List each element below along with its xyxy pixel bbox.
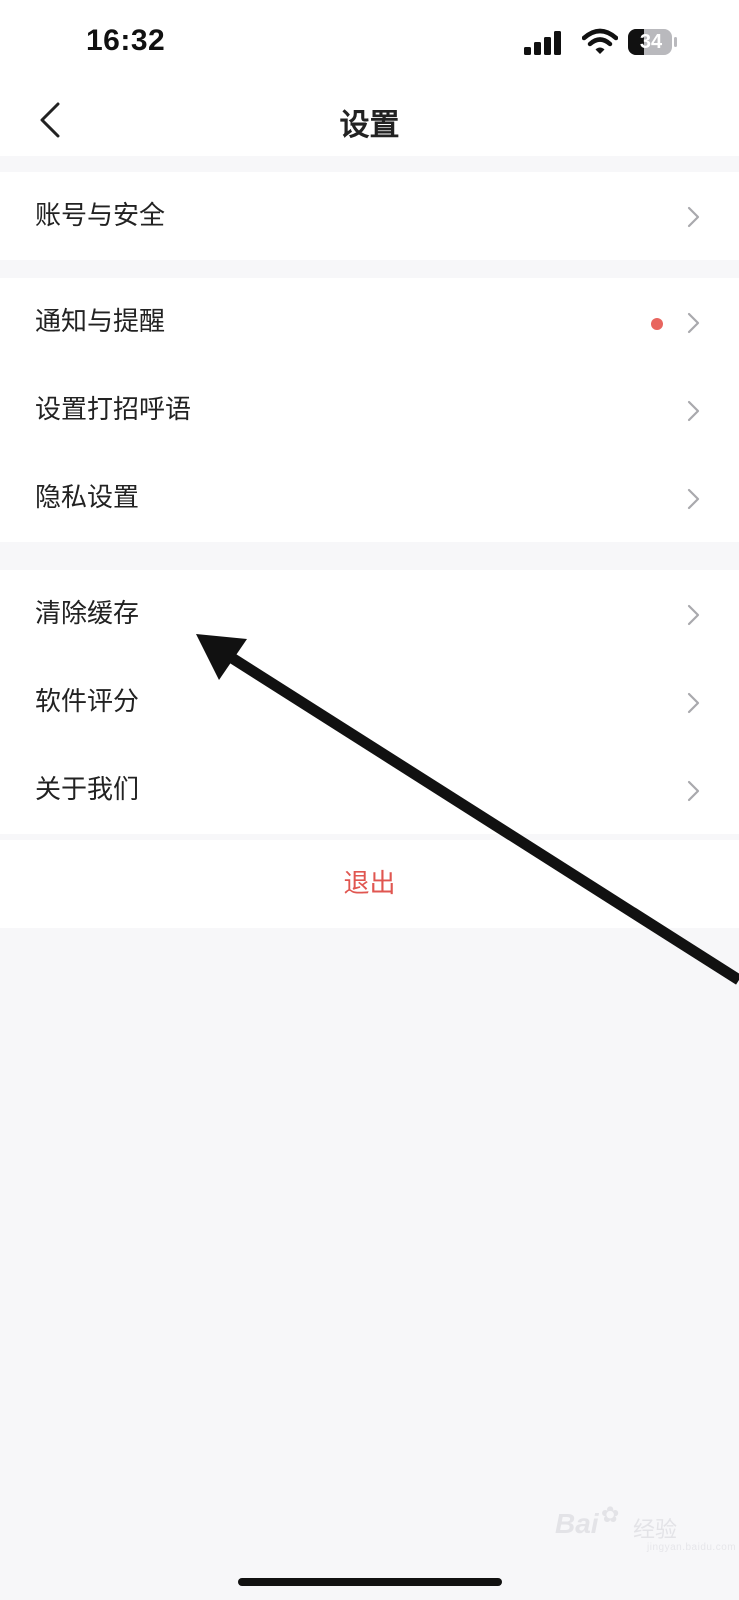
settings-group-account: 账号与安全 [0,172,739,260]
paw-icon: ✿ [601,1502,620,1527]
wifi-icon [582,28,618,54]
watermark-text: 经验 [633,1517,678,1542]
chevron-right-icon [687,312,700,334]
page-title: 设置 [339,108,400,143]
settings-row-clear-cache[interactable]: 清除缓存 [0,570,739,658]
row-label: 软件评分 [35,687,140,717]
settings-row-privacy[interactable]: 隐私设置 [0,454,739,542]
chevron-right-icon [687,206,700,228]
chevron-right-icon [687,692,700,714]
row-label: 关于我们 [35,775,140,805]
notification-badge [651,318,663,330]
row-label: 通知与提醒 [35,307,166,337]
watermark-sub: jingyan.baidu.com [647,1542,737,1553]
settings-group-app: 清除缓存 软件评分 关于我们 [0,570,739,834]
settings-row-about-us[interactable]: 关于我们 [0,746,739,834]
row-label: 账号与安全 [35,201,166,231]
row-label: 清除缓存 [35,599,140,629]
settings-row-account-security[interactable]: 账号与安全 [0,172,739,260]
watermark-brand: Bai [555,1508,599,1539]
logout-button[interactable]: 退出 [0,840,739,928]
logout-section: 退出 [0,840,739,928]
settings-row-notifications[interactable]: 通知与提醒 [0,278,739,366]
status-time: 16:32 [86,24,166,57]
battery-level: 34 [639,31,663,53]
chevron-right-icon [687,488,700,510]
status-bar: 16:32 34 [0,0,739,84]
settings-row-rate-app[interactable]: 软件评分 [0,658,739,746]
settings-group-preferences: 通知与提醒 设置打招呼语 隐私设置 [0,278,739,542]
settings-row-greeting[interactable]: 设置打招呼语 [0,366,739,454]
chevron-right-icon [687,604,700,626]
row-label: 设置打招呼语 [35,395,192,425]
baidu-watermark: Bai ✿ 经验 jingyan.baidu.com [555,1502,736,1562]
home-indicator[interactable] [238,1578,502,1586]
signal-icon [524,31,561,55]
nav-bar: 设置 [0,84,739,156]
row-label: 隐私设置 [35,483,140,513]
chevron-right-icon [687,780,700,802]
chevron-right-icon [687,400,700,422]
